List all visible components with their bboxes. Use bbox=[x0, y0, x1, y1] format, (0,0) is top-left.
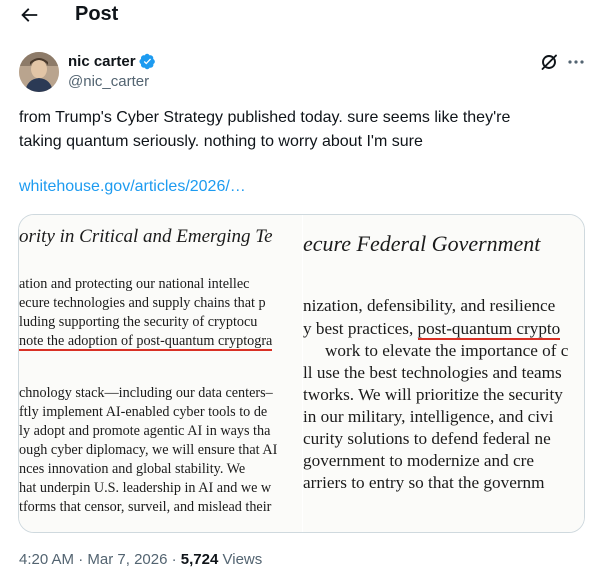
verified-badge-icon bbox=[139, 53, 155, 70]
media-card[interactable]: ority in Critical and Emerging Te ation … bbox=[18, 214, 585, 533]
document-line: ftly implement AI-enabled cyber tools to… bbox=[19, 404, 268, 420]
document-line: work to elevate the importance of c bbox=[325, 341, 569, 360]
document-line: arriers to entry so that the governm bbox=[303, 473, 545, 492]
header-bar: Post bbox=[0, 0, 603, 30]
document-line: tforms that censor, surveil, and mislead… bbox=[19, 499, 272, 515]
post-date[interactable]: Mar 7, 2026 bbox=[87, 551, 167, 568]
document-line: tworks. We will prioritize the security bbox=[303, 385, 563, 404]
separator-dot: · bbox=[171, 551, 177, 568]
document-image-left[interactable]: ority in Critical and Emerging Te ation … bbox=[19, 215, 302, 532]
document-line: nces innovation and global stability. We bbox=[19, 461, 246, 477]
document-line: ecure technologies and supply chains tha… bbox=[19, 295, 266, 311]
article-link[interactable]: whitehouse.gov/articles/2026/… bbox=[19, 178, 246, 196]
tweet-text-line: from Trump's Cyber Strategy published to… bbox=[19, 109, 511, 126]
views-count: 5,724 bbox=[180, 551, 219, 568]
document-line: ll use the best technologies and teams bbox=[303, 363, 562, 382]
document-line: ly adopt and promote agentic AI in ways … bbox=[19, 423, 271, 439]
document-line: luding supporting the security of crypto… bbox=[19, 314, 258, 330]
more-dots-icon[interactable] bbox=[566, 52, 586, 72]
separator-dot: · bbox=[78, 551, 84, 568]
grok-slash-icon[interactable] bbox=[539, 52, 559, 72]
document-line: chnology stack—including our data center… bbox=[19, 385, 273, 401]
document-line: government to modernize and cre bbox=[303, 451, 534, 470]
underlined-text: post-quantum crypto bbox=[417, 319, 561, 340]
document-line: hat underpin U.S. leadership in AI and w… bbox=[19, 480, 272, 496]
document-line-prefix: y best practices, bbox=[303, 319, 418, 338]
document-image-right[interactable]: ecure Federal Government nization, defen… bbox=[303, 215, 584, 532]
underlined-text: note the adoption of post-quantum crypto… bbox=[19, 333, 273, 351]
document-line: in our military, intelligence, and civi bbox=[303, 407, 554, 426]
author-name[interactable]: nic carter bbox=[68, 53, 136, 70]
tweet-text: from Trump's Cyber Strategy published to… bbox=[19, 106, 584, 154]
document-line-highlighted: y best practices, post-quantum crypto bbox=[303, 319, 561, 340]
tweet-text-line: taking quantum seriously. nothing to wor… bbox=[19, 133, 423, 150]
post-time[interactable]: 4:20 AM bbox=[19, 551, 74, 568]
author-handle[interactable]: @nic_carter bbox=[68, 73, 149, 90]
avatar[interactable] bbox=[19, 52, 59, 92]
arrow-left-icon[interactable] bbox=[18, 4, 40, 26]
document-line: ation and protecting our national intell… bbox=[19, 276, 250, 292]
document-line-highlighted: note the adoption of post-quantum crypto… bbox=[19, 333, 273, 351]
document-heading: ority in Critical and Emerging Te bbox=[19, 226, 273, 247]
avatar-image bbox=[19, 52, 59, 92]
page-title: Post bbox=[75, 3, 119, 25]
document-line: ough cyber diplomacy, we will ensure tha… bbox=[19, 442, 278, 458]
views-label: Views bbox=[222, 551, 263, 568]
document-heading: ecure Federal Government bbox=[303, 231, 541, 256]
document-line: nization, defensibility, and resilience bbox=[303, 296, 556, 315]
document-line: curity solutions to defend federal ne bbox=[303, 429, 551, 448]
post-metadata: 4:20 AM · Mar 7, 2026 · 5,724 Views bbox=[19, 551, 262, 568]
